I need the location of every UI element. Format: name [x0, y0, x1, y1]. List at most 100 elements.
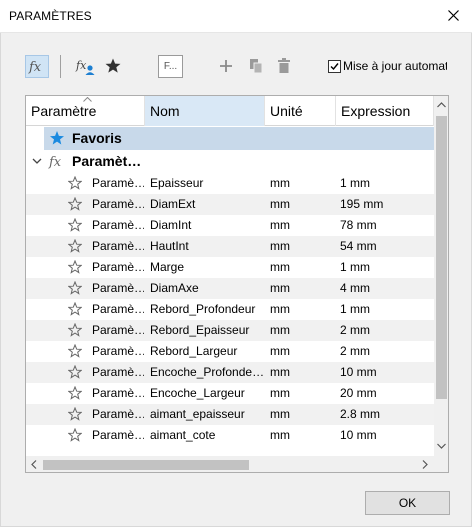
favorite-toggle-icon[interactable]	[68, 323, 82, 337]
table-row[interactable]: Paramè… Encoche_Profonde… mm 10 mm	[26, 362, 434, 383]
cell-parametre: Paramè…	[92, 428, 144, 442]
cell-unite: mm	[270, 386, 290, 400]
horizontal-scroll-thumb[interactable]	[43, 460, 249, 470]
cell-nom: DiamExt	[150, 197, 196, 211]
cell-parametre: Paramè…	[92, 302, 144, 316]
table-row[interactable]: Paramè… Rebord_Profondeur mm 1 mm	[26, 299, 434, 320]
favorite-toggle-icon[interactable]	[68, 197, 82, 211]
delete-parameter-button[interactable]	[275, 57, 295, 77]
cell-expression[interactable]: 10 mm	[340, 425, 432, 446]
auto-update-label[interactable]: Mise à jour automatique	[343, 59, 447, 73]
auto-update-checkbox[interactable]	[328, 60, 341, 73]
favorite-toggle-icon[interactable]	[68, 365, 82, 379]
cell-unite: mm	[270, 281, 290, 295]
table-row[interactable]: Paramè… aimant_epaisseur mm 2.8 mm	[26, 404, 434, 425]
cell-parametre: Paramè…	[92, 197, 144, 211]
cell-expression[interactable]: 1 mm	[340, 173, 432, 194]
table-row[interactable]: Paramè… DiamAxe mm 4 mm	[26, 278, 434, 299]
table-row[interactable]: Paramè… HautInt mm 54 mm	[26, 236, 434, 257]
cell-nom: Rebord_Largeur	[150, 344, 238, 358]
cell-parametre: Paramè…	[92, 365, 144, 379]
favorite-toggle-icon[interactable]	[68, 302, 82, 316]
cell-unite: mm	[270, 197, 290, 211]
scroll-up-icon[interactable]	[437, 102, 446, 108]
toolbar-separator	[60, 55, 61, 78]
scroll-down-icon[interactable]	[437, 443, 446, 449]
favorite-toggle-icon[interactable]	[68, 260, 82, 274]
add-parameter-button[interactable]	[217, 57, 237, 77]
table-row[interactable]: Paramè… Encoche_Largeur mm 20 mm	[26, 383, 434, 404]
cell-nom: DiamInt	[150, 218, 192, 232]
cell-unite: mm	[270, 407, 290, 421]
favorite-toggle-icon[interactable]	[68, 407, 82, 421]
parameters-fx-button[interactable]: fx	[25, 55, 49, 78]
cell-expression[interactable]: 54 mm	[340, 236, 432, 257]
cell-unite: mm	[270, 176, 290, 190]
favorite-toggle-icon[interactable]	[68, 344, 82, 358]
table-row[interactable]: Paramè… Marge mm 1 mm	[26, 257, 434, 278]
vertical-scrollbar[interactable]	[434, 96, 448, 456]
close-icon	[448, 10, 459, 21]
parameters-group-row[interactable]: fx Paramèt…	[26, 150, 434, 173]
function-user-icon: fx	[75, 59, 95, 75]
vertical-scroll-thumb[interactable]	[436, 116, 447, 399]
window-title: PARAMÈTRES	[9, 9, 92, 23]
cell-expression[interactable]: 20 mm	[340, 383, 432, 404]
cell-parametre: Paramè…	[92, 323, 144, 337]
cell-parametre: Paramè…	[92, 239, 144, 253]
cell-expression[interactable]: 2.8 mm	[340, 404, 432, 425]
cell-unite: mm	[270, 365, 290, 379]
favorites-button[interactable]	[104, 57, 124, 77]
cell-expression[interactable]: 10 mm	[340, 362, 432, 383]
favorite-toggle-icon[interactable]	[68, 239, 82, 253]
cell-expression[interactable]: 2 mm	[340, 320, 432, 341]
favorite-toggle-icon[interactable]	[68, 176, 82, 190]
table-row[interactable]: Paramè… DiamExt mm 195 mm	[26, 194, 434, 215]
column-header-unite[interactable]: Unité	[265, 96, 336, 126]
favorites-group-row[interactable]: Favoris	[44, 127, 434, 150]
sort-ascending-icon	[83, 97, 92, 102]
cell-expression[interactable]: 2 mm	[340, 341, 432, 362]
scroll-right-icon[interactable]	[422, 460, 428, 469]
column-header-nom[interactable]: Nom	[145, 96, 265, 126]
dialog-body: fx fx F... Mise à jour automatique	[0, 33, 472, 527]
favorite-toggle-icon[interactable]	[68, 218, 82, 232]
user-parameters-button[interactable]: fx	[75, 57, 97, 77]
cell-nom: Rebord_Profondeur	[150, 302, 256, 316]
table-row[interactable]: Paramè… DiamInt mm 78 mm	[26, 215, 434, 236]
filter-field[interactable]: F...	[158, 55, 183, 78]
cell-expression[interactable]: 1 mm	[340, 299, 432, 320]
table-row[interactable]: Paramè… Epaisseur mm 1 mm	[26, 173, 434, 194]
favorite-toggle-icon[interactable]	[68, 281, 82, 295]
svg-text:fx: fx	[28, 60, 42, 75]
favorite-toggle-icon[interactable]	[68, 428, 82, 442]
column-header-expression[interactable]: Expression	[336, 96, 434, 126]
cell-nom: Epaisseur	[150, 176, 204, 190]
table-row[interactable]: Paramè… Rebord_Largeur mm 2 mm	[26, 341, 434, 362]
table-row[interactable]: Paramè… aimant_cote mm 10 mm	[26, 425, 434, 446]
cell-nom: HautInt	[150, 239, 189, 253]
cell-parametre: Paramè…	[92, 407, 144, 421]
function-icon: fx	[28, 60, 42, 75]
cell-expression[interactable]: 4 mm	[340, 278, 432, 299]
parameters-grid: Paramètre Nom Unité Expression Favoris f…	[25, 95, 449, 473]
star-icon	[105, 58, 121, 73]
trash-icon	[278, 58, 290, 73]
cell-expression[interactable]: 1 mm	[340, 257, 432, 278]
cell-nom: aimant_epaisseur	[150, 407, 245, 421]
favorite-toggle-icon[interactable]	[68, 386, 82, 400]
copy-parameter-button[interactable]	[247, 57, 267, 77]
close-button[interactable]	[442, 5, 466, 27]
ok-button[interactable]: OK	[365, 491, 450, 515]
horizontal-scrollbar[interactable]	[26, 456, 434, 472]
chevron-down-icon[interactable]	[32, 158, 42, 165]
scroll-left-icon[interactable]	[31, 460, 37, 469]
cell-nom: Marge	[150, 260, 185, 274]
favorites-label: Favoris	[72, 130, 122, 146]
cell-unite: mm	[270, 260, 290, 274]
cell-nom: Rebord_Epaisseur	[150, 323, 250, 337]
cell-expression[interactable]: 195 mm	[340, 194, 432, 215]
check-icon	[330, 63, 339, 71]
cell-expression[interactable]: 78 mm	[340, 215, 432, 236]
table-row[interactable]: Paramè… Rebord_Epaisseur mm 2 mm	[26, 320, 434, 341]
